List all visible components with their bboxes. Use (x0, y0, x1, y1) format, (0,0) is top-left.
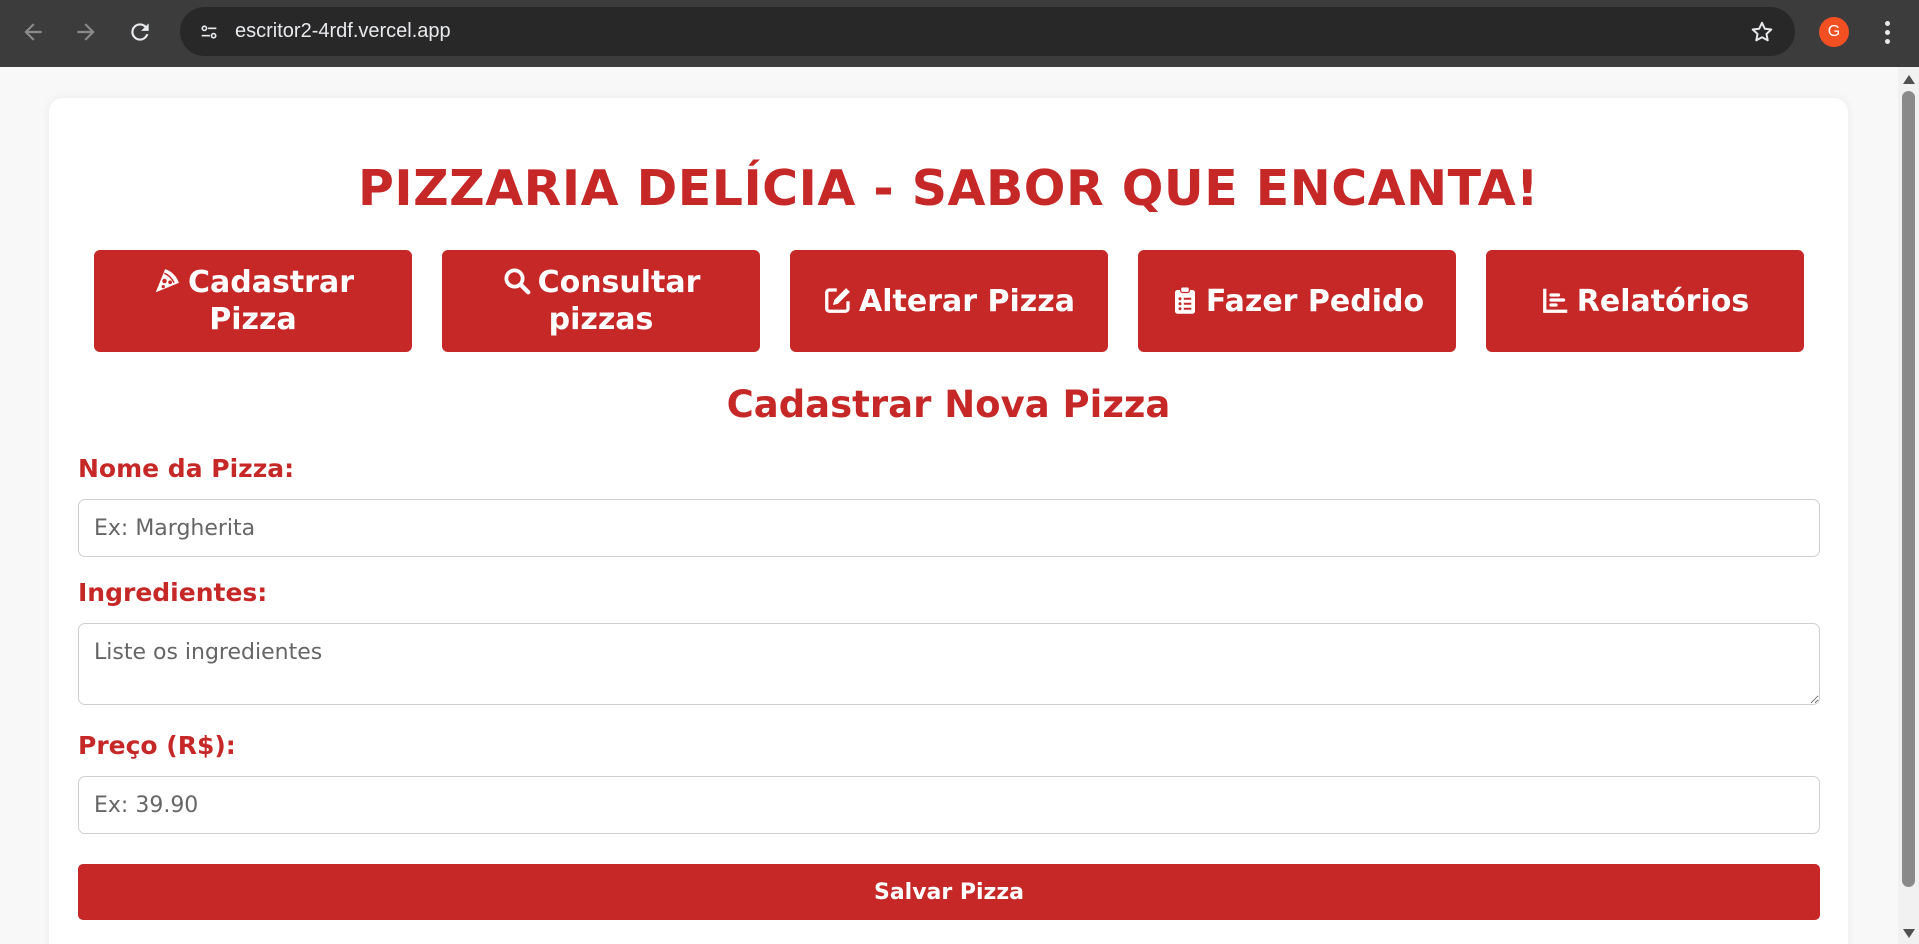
nav-button-label: Alterar Pizza (859, 283, 1075, 319)
nav-button-label: Consultar pizzas (537, 265, 701, 337)
nav-button-fazer-pedido[interactable]: Fazer Pedido (1138, 250, 1456, 352)
page-scrollbar[interactable] (1898, 67, 1919, 944)
scroll-down-arrow-icon[interactable] (1903, 929, 1915, 938)
site-info-icon[interactable] (192, 15, 225, 48)
pizza-name-input[interactable] (78, 499, 1820, 557)
reload-icon (131, 23, 149, 41)
scroll-thumb[interactable] (1902, 91, 1915, 887)
nav-button-label: Cadastrar Pizza (187, 265, 354, 337)
nav-button-label: Relatórios (1576, 283, 1750, 319)
clipboard-list-icon (1170, 285, 1200, 315)
reload-button[interactable] (120, 12, 160, 52)
form-heading: Cadastrar Nova Pizza (726, 383, 1171, 426)
edit-icon (823, 285, 853, 315)
nav-button-consultar-pizzas[interactable]: Consultar pizzas (442, 250, 760, 352)
browser-menu-icon[interactable] (1872, 14, 1902, 50)
url-text: escritor2-4rdf.vercel.app (235, 20, 451, 42)
price-label: Preço (R$): (78, 731, 236, 760)
address-bar[interactable]: escritor2-4rdf.vercel.app (180, 7, 1795, 56)
save-pizza-button[interactable]: Salvar Pizza (78, 864, 1820, 920)
pizza-name-label: Nome da Pizza: (78, 454, 295, 483)
browser-toolbar: escritor2-4rdf.vercel.app G (0, 0, 1919, 67)
page-title: PIZZARIA DELÍCIA - SABOR QUE ENCANTA! (358, 160, 1539, 217)
scroll-up-arrow-icon[interactable] (1903, 75, 1915, 84)
chart-icon (1541, 285, 1571, 315)
back-button[interactable] (13, 12, 53, 52)
nav-button-alterar-pizza[interactable]: Alterar Pizza (790, 250, 1108, 352)
arrow-left-icon (24, 23, 42, 41)
price-input[interactable] (78, 776, 1820, 834)
profile-avatar[interactable]: G (1819, 17, 1849, 47)
forward-button[interactable] (66, 12, 106, 52)
arrow-right-icon (77, 23, 95, 41)
search-icon (502, 266, 532, 296)
main-card: PIZZARIA DELÍCIA - SABOR QUE ENCANTA! Ca… (49, 98, 1848, 944)
bookmark-star-icon[interactable] (1747, 17, 1777, 47)
ingredients-textarea[interactable] (78, 623, 1820, 705)
nav-buttons: Cadastrar Pizza Consultar pizzas Alterar… (94, 250, 1804, 352)
nav-button-label: Fazer Pedido (1205, 283, 1425, 319)
nav-button-relatorios[interactable]: Relatórios (1486, 250, 1804, 352)
ingredients-label: Ingredientes: (78, 578, 268, 607)
nav-button-cadastrar-pizza[interactable]: Cadastrar Pizza (94, 250, 412, 352)
pizza-slice-icon (152, 266, 182, 296)
